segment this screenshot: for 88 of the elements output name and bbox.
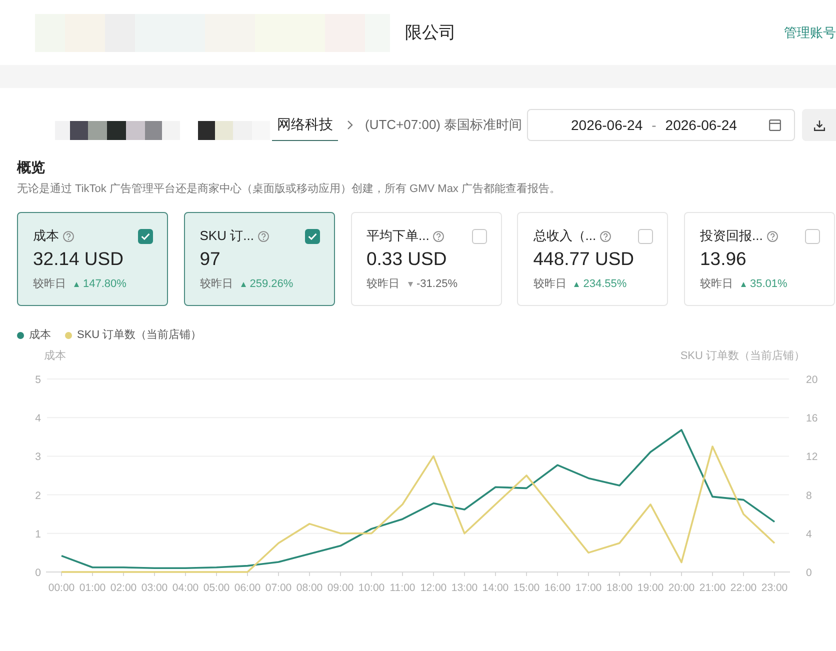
metric-card[interactable]: 成本 32.14 USD 较昨日 147.80%	[17, 212, 168, 306]
axis-tick-label: 23:00	[761, 582, 788, 594]
section-title: 概览	[17, 158, 45, 177]
help-icon	[766, 230, 778, 242]
metric-card[interactable]: 投资回报... 13.96 较昨日 35.01%	[684, 212, 835, 306]
help-icon	[63, 230, 74, 242]
metric-label: 平均下单...	[366, 227, 430, 245]
metric-value: 97	[200, 247, 220, 271]
manage-account-link[interactable]: 管理账号	[784, 24, 836, 42]
change-percentage: 259.26%	[250, 277, 294, 292]
axis-tick-label: 05:00	[203, 582, 230, 594]
axis-tick-label: 19:00	[637, 582, 664, 594]
metric-card[interactable]: SKU 订... 97 较昨日 259.26%	[184, 212, 335, 306]
axis-tick-label: 03:00	[141, 582, 168, 594]
axis-tick-label: 00:00	[48, 582, 75, 594]
checkmark-icon	[141, 232, 150, 240]
axis-tick-label: 2	[35, 490, 41, 502]
checkmark-icon	[308, 232, 317, 240]
axis-tick-label: 16	[806, 412, 818, 425]
axis-tick-label: 06:00	[234, 582, 261, 594]
metric-label: 成本	[33, 227, 59, 245]
axis-tick-label: 0	[35, 567, 41, 579]
axis-tick-label: 22:00	[730, 582, 757, 594]
axis-tick-label: 18:00	[606, 582, 633, 594]
axis-tick-label: 12:00	[420, 582, 447, 594]
axis-title: 成本	[44, 350, 66, 362]
axis-tick-label: 1	[35, 528, 41, 540]
axis-tick-label: 10:00	[358, 582, 385, 594]
axis-tick-label: 20	[806, 374, 818, 386]
help-icon	[433, 230, 444, 242]
checkbox[interactable]	[304, 228, 320, 244]
axis-tick-label: 11:00	[390, 582, 416, 594]
axis-tick-label: 07:00	[265, 582, 292, 594]
change-percentage: 234.55%	[583, 277, 627, 292]
metric-value: 0.33 USD	[366, 247, 447, 271]
legend-label[interactable]: SKU 订单数（当前店铺）	[77, 327, 202, 343]
axis-tick-label: 21:00	[699, 582, 726, 594]
date-range-field[interactable]: 2026-06-24 - 2026-06-24	[527, 109, 795, 141]
change-percentage: 35.01%	[750, 277, 788, 292]
comparison-label: 较昨日	[33, 277, 66, 292]
axis-tick-label: 5	[35, 374, 41, 386]
comparison-label: 较昨日	[366, 277, 400, 292]
axis-tick-label: 0	[806, 567, 812, 579]
metric-value: 32.14 USD	[33, 247, 124, 271]
section-description: 无论是通过 TikTok 广告管理平台还是商家中心（桌面版或移动应用）创建，所有 GMV Max 广告都能查看报告。	[17, 182, 560, 197]
checkbox[interactable]	[638, 228, 654, 244]
axis-tick-label: 12	[806, 451, 818, 464]
checkbox[interactable]	[805, 228, 820, 244]
axis-tick-label: 16:00	[544, 582, 571, 594]
download-button[interactable]	[802, 109, 836, 141]
axis-tick-label: 04:00	[172, 582, 199, 594]
change-percentage: 147.80%	[83, 277, 126, 292]
axis-tick-label: 01:00	[79, 582, 106, 594]
calendar-icon	[769, 119, 781, 131]
axis-tick-label: 14:00	[482, 582, 509, 594]
checkbox[interactable]	[138, 228, 153, 244]
axis-title: SKU 订单数（当前店铺）	[680, 350, 805, 362]
timezone-label: (UTC+07:00) 泰国标准时间	[365, 116, 520, 134]
metric-card[interactable]: 平均下单... 0.33 USD 较昨日 -31.25%	[350, 212, 502, 306]
axis-tick-label: 08:00	[296, 582, 323, 594]
legend-label[interactable]: 成本	[29, 327, 51, 343]
axis-tick-label: 20:00	[668, 582, 695, 594]
download-icon	[814, 120, 824, 130]
company-name: 限公司	[405, 22, 456, 44]
metric-label: 投资回报...	[700, 227, 763, 245]
axis-tick-label: 17:00	[575, 582, 602, 594]
axis-tick-label: 4	[806, 528, 812, 540]
axis-tick-label: 09:00	[327, 582, 354, 594]
axis-tick-label: 4	[35, 412, 41, 425]
checkbox[interactable]	[472, 228, 486, 244]
axis-tick-label: 13:00	[451, 582, 478, 594]
metric-value: 13.96	[700, 247, 746, 271]
shop-selector[interactable]: 网络科技	[272, 110, 338, 140]
change-percentage: -31.25%	[416, 277, 458, 292]
metric-label: 总收入（...	[533, 227, 596, 245]
metric-label: SKU 订...	[200, 227, 254, 245]
help-icon	[600, 230, 612, 242]
axis-tick-label: 3	[35, 451, 41, 464]
metric-card[interactable]: 总收入（... 448.77 USD 较昨日 234.55%	[517, 212, 668, 306]
chevron-right-icon	[347, 120, 353, 130]
axis-tick-label: 15:00	[513, 582, 540, 594]
comparison-label: 较昨日	[200, 277, 233, 292]
axis-tick-label: 8	[806, 490, 812, 502]
axis-tick-label: 02:00	[110, 582, 137, 594]
metric-value: 448.77 USD	[533, 247, 634, 271]
comparison-label: 较昨日	[533, 277, 566, 292]
help-icon	[258, 230, 269, 242]
comparison-label: 较昨日	[700, 277, 733, 292]
